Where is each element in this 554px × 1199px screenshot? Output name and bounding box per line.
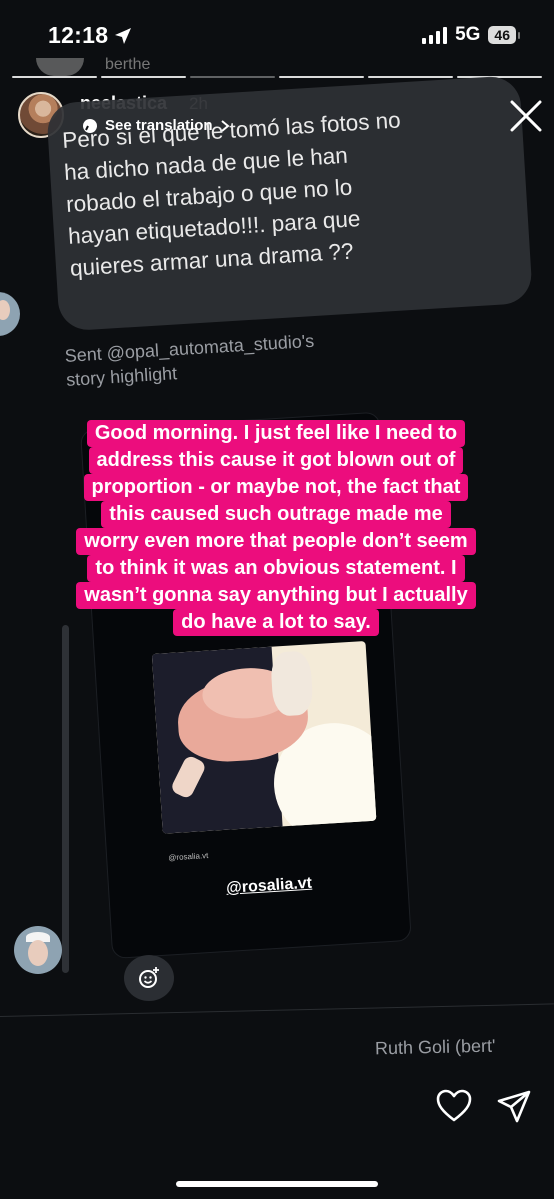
story-text-overlay: Good morning. I just feel like I need to…	[34, 420, 518, 636]
cellular-signal-icon	[422, 26, 448, 44]
overlay-line: worry even more that people don’t seem	[76, 528, 476, 555]
see-translation-label: See translation	[105, 117, 213, 134]
battery-icon: 46	[488, 26, 520, 44]
sent-story-caption: Sent @opal_automata_studio's story highl…	[64, 323, 406, 392]
previous-avatar	[36, 58, 84, 76]
overlay-line: do have a lot to say.	[173, 609, 379, 636]
status-time: 12:18	[48, 22, 109, 48]
previous-reply-name: berthe	[105, 56, 151, 73]
overlay-line: Good morning. I just feel like I need to	[86, 420, 466, 447]
divider	[0, 1003, 554, 1017]
add-reaction-icon	[139, 967, 159, 988]
send-icon[interactable]	[496, 1089, 532, 1125]
status-indicators: 5G 46	[422, 24, 520, 46]
sender-avatar	[14, 926, 62, 974]
close-icon[interactable]	[508, 98, 544, 134]
add-reaction-button[interactable]	[124, 955, 174, 1001]
heart-icon[interactable]	[436, 1089, 472, 1123]
story-photo	[151, 640, 377, 834]
overlay-line: to think it was an obvious statement. I	[87, 555, 465, 582]
message-bubble: Pero si el que le tomó las fotos no ha d…	[46, 75, 534, 332]
chevron-right-icon	[220, 119, 230, 132]
overlay-line: address this cause it got blown out of	[88, 447, 464, 474]
overlay-line: wasn’t gonna say anything but I actually	[76, 582, 476, 609]
overlay-line: this caused such outrage made me	[101, 501, 451, 528]
see-translation-button[interactable]: See translation	[82, 117, 230, 134]
recipient-avatar	[0, 292, 20, 336]
network-type: 5G	[455, 24, 481, 45]
overlay-line: proportion - or maybe not, the fact that	[83, 474, 469, 501]
home-indicator[interactable]	[176, 1181, 378, 1187]
location-arrow-icon	[115, 28, 131, 44]
next-reply-name: Ruth Goli (bert'	[374, 1035, 496, 1059]
reply-thread-line	[62, 625, 69, 973]
translate-icon	[83, 118, 97, 133]
